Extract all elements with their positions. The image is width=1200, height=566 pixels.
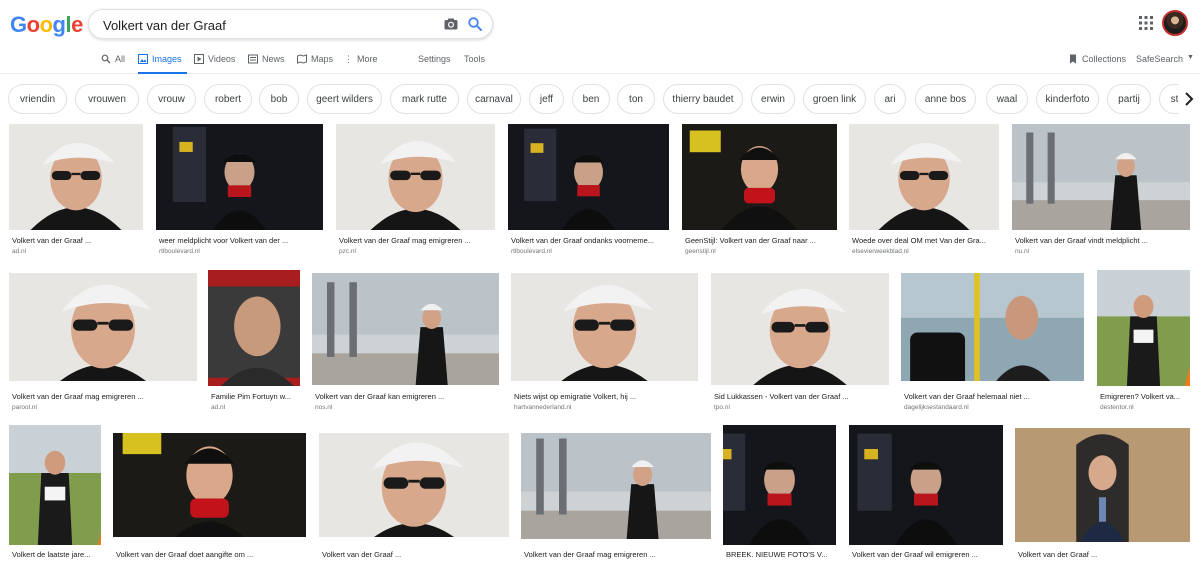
result-title[interactable]: Volkert van der Graaf ... [12,236,142,245]
result-thumbnail[interactable] [208,270,300,386]
photo [849,124,999,230]
result-thumbnail[interactable] [849,124,999,230]
result-thumbnail[interactable] [113,433,306,537]
result-thumbnail[interactable] [9,425,101,545]
image-result[interactable]: Woede over deal OM met Van der Gra... els… [849,124,999,258]
image-result[interactable]: GeenStijl: Volkert van der Graaf naar ..… [682,124,837,258]
photo [511,273,698,381]
photo [9,273,197,381]
result-title[interactable]: GeenStijl: Volkert van der Graaf naar ..… [685,236,836,245]
result-thumbnail[interactable] [508,124,669,230]
result-thumbnail[interactable] [319,433,509,537]
result-source: parool.nl [12,404,37,411]
image-result[interactable]: Volkert van der Graaf wil emigreren ... [849,425,1003,566]
photo [901,273,1084,381]
result-title[interactable]: Niets wijst op emigratie Volkert, hij ..… [514,392,697,401]
result-title[interactable]: Volkert van der Graaf ... [322,550,508,559]
result-title[interactable]: Volkert de laatste jare... [12,550,100,559]
image-result[interactable]: Sid Lukkassen - Volkert van der Graaf ..… [711,273,889,414]
image-result[interactable]: Emigreren? Volkert va... destentor.nl [1097,270,1190,414]
photo [208,270,300,386]
photo [711,273,889,385]
result-thumbnail[interactable] [336,124,495,230]
image-result[interactable]: Volkert van der Graaf doet aangifte om .… [113,433,306,566]
photo [849,425,1003,545]
result-title[interactable]: BREEK. NIEUWE FOTO'S V... [726,550,835,559]
result-source: nu.nl [1015,248,1030,255]
result-title[interactable]: Volkert van der Graaf mag emigreren ... [339,236,494,245]
result-source: geenstijl.nl [685,248,716,255]
image-result[interactable]: Volkert van der Graaf ... [319,433,509,566]
image-result[interactable]: weer meldplicht voor Volkert van der ...… [156,124,323,258]
result-source: ad.nl [12,248,27,255]
result-thumbnail[interactable] [156,124,323,230]
result-source: ad.nl [211,404,226,411]
result-title[interactable]: Woede over deal OM met Van der Gra... [852,236,998,245]
photo [113,433,306,537]
result-source: rtlboulevard.nl [511,248,552,255]
image-result[interactable]: Volkert van der Graaf mag emigreren ... [521,433,711,566]
photo [508,124,669,230]
photo [312,273,499,385]
photo [9,124,143,230]
result-title[interactable]: weer meldplicht voor Volkert van der ... [159,236,322,245]
image-results-grid: Volkert van der Graaf ... ad.nl weer meld… [0,0,1200,566]
result-source: rtlboulevard.nl [159,248,200,255]
result-title[interactable]: Emigreren? Volkert va... [1100,392,1189,401]
result-source: tpo.nl [714,404,730,411]
result-source: hartvannederland.nl [514,404,572,411]
result-title[interactable]: Familie Pim Fortuyn w... [211,392,299,401]
photo [319,433,509,537]
image-result[interactable]: Volkert van der Graaf ... ad.nl [9,124,143,258]
result-title[interactable]: Sid Lukkassen - Volkert van der Graaf ..… [714,392,888,401]
result-thumbnail[interactable] [1097,270,1190,386]
result-thumbnail[interactable] [511,273,698,381]
image-result[interactable]: Familie Pim Fortuyn w... ad.nl [208,270,300,414]
result-thumbnail[interactable] [1012,124,1190,230]
result-title[interactable]: Volkert van der Graaf wil emigreren ... [852,550,1002,559]
photo [1097,270,1190,386]
photo [682,124,837,230]
image-result[interactable]: Volkert van der Graaf helemaal niet ... d… [901,273,1084,414]
image-result[interactable]: Niets wijst op emigratie Volkert, hij ..… [511,273,698,414]
image-result[interactable]: Volkert van der Graaf mag emigreren ... p… [9,273,197,414]
image-result[interactable]: Volkert van der Graaf vindt meldplicht .… [1012,124,1190,258]
result-thumbnail[interactable] [723,425,836,545]
result-title[interactable]: Volkert van der Graaf ondanks voorneme..… [511,236,668,245]
result-thumbnail[interactable] [521,433,711,539]
result-title[interactable]: Volkert van der Graaf doet aangifte om .… [116,550,305,559]
result-source: destentor.nl [1100,404,1134,411]
image-result[interactable]: Volkert van der Graaf kan emigreren ... n… [312,273,499,414]
result-source: pzc.nl [339,248,356,255]
result-thumbnail[interactable] [711,273,889,385]
result-thumbnail[interactable] [682,124,837,230]
result-thumbnail[interactable] [9,273,197,381]
result-thumbnail[interactable] [1015,428,1190,542]
result-title[interactable]: Volkert van der Graaf helemaal niet ... [904,392,1083,401]
result-title[interactable]: Volkert van der Graaf mag emigreren ... [524,550,710,559]
photo [156,124,323,230]
result-title[interactable]: Volkert van der Graaf mag emigreren ... [12,392,196,401]
image-result[interactable]: Volkert van der Graaf ... [1015,428,1190,566]
result-title[interactable]: Volkert van der Graaf kan emigreren ... [315,392,498,401]
result-thumbnail[interactable] [312,273,499,385]
photo [723,425,836,545]
result-thumbnail[interactable] [9,124,143,230]
image-result[interactable]: Volkert de laatste jare... [9,425,101,566]
result-title[interactable]: Volkert van der Graaf ... [1018,550,1189,559]
result-thumbnail[interactable] [849,425,1003,545]
result-thumbnail[interactable] [901,273,1084,381]
photo [1015,428,1190,542]
photo [9,425,101,545]
photo [1012,124,1190,230]
image-result[interactable]: BREEK. NIEUWE FOTO'S V... [723,425,836,566]
photo [336,124,495,230]
photo [521,433,711,539]
result-source: dagelijksestandaard.nl [904,404,969,411]
image-result[interactable]: Volkert van der Graaf ondanks voorneme..… [508,124,669,258]
image-result[interactable]: Volkert van der Graaf mag emigreren ... p… [336,124,495,258]
result-source: nos.nl [315,404,333,411]
result-source: elsevierweekblad.nl [852,248,909,255]
result-title[interactable]: Volkert van der Graaf vindt meldplicht .… [1015,236,1189,245]
